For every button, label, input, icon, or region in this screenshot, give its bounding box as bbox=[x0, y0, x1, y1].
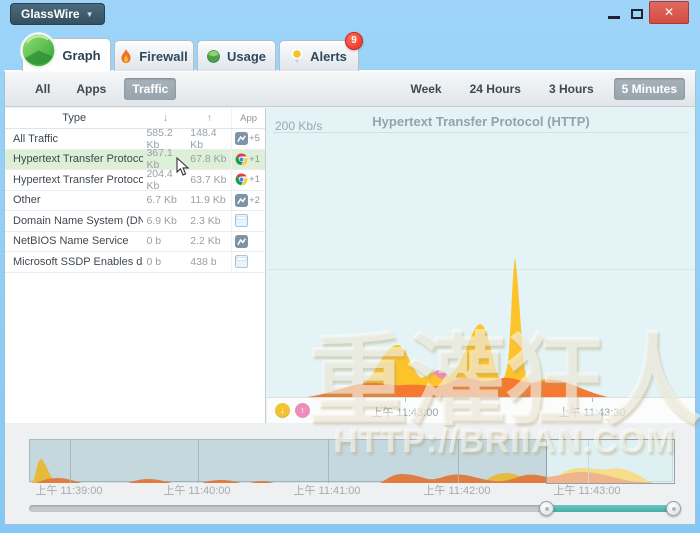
table-row[interactable]: Other 6.7 Kb 11.9 Kb +2 bbox=[5, 191, 265, 212]
table-row[interactable]: NetBIOS Name Service 0 b 2.2 Kb bbox=[5, 232, 265, 253]
filter-traffic-button[interactable]: Traffic bbox=[124, 78, 176, 100]
range-3hours-button[interactable]: 3 Hours bbox=[541, 78, 602, 100]
tab-graph-label: Graph bbox=[62, 48, 100, 63]
table-row[interactable]: Microsoft SSDP Enables disc... 0 b 438 b bbox=[5, 252, 265, 273]
chrome-icon bbox=[235, 153, 248, 166]
tab-alerts-label: Alerts bbox=[310, 49, 347, 64]
traffic-area-chart[interactable] bbox=[267, 108, 695, 397]
axis-tick-label: 上午 11:43:00 bbox=[345, 404, 465, 420]
upload-series bbox=[307, 378, 608, 397]
slider-handle-left[interactable] bbox=[539, 501, 554, 516]
table-row[interactable]: Hypertext Transfer Protocol o... 204.4 K… bbox=[5, 170, 265, 191]
apps-group-icon bbox=[235, 194, 248, 207]
row-upload: 2.2 Kb bbox=[187, 235, 231, 247]
slider-handle-right[interactable] bbox=[666, 501, 681, 516]
titlebar: GlassWire ▼ ✕ bbox=[0, 0, 700, 27]
timeline-label: 上午 11:41:00 bbox=[272, 482, 382, 498]
download-series bbox=[337, 258, 593, 397]
timeline-label: 上午 11:40:00 bbox=[142, 482, 252, 498]
column-app[interactable]: App bbox=[231, 108, 265, 128]
row-type: Microsoft SSDP Enables disc... bbox=[5, 256, 143, 268]
graph-x-axis: ↓ ↑ 上午 11:43:00 上午 11:43:30 bbox=[267, 397, 695, 423]
axis-tick-label: 上午 11:43:30 bbox=[532, 404, 652, 420]
tab-firewall-label: Firewall bbox=[139, 49, 187, 64]
content-area: All Apps Traffic Week 24 Hours 3 Hours 5… bbox=[4, 70, 696, 525]
chrome-icon bbox=[235, 173, 248, 186]
maximize-button[interactable] bbox=[631, 9, 643, 19]
minimap-dimmed-region bbox=[30, 440, 547, 483]
window-icon bbox=[235, 214, 248, 227]
timeline-minimap[interactable] bbox=[29, 439, 673, 482]
table-row-selected[interactable]: Hypertext Transfer Protocol (... 367.1 K… bbox=[5, 150, 265, 171]
alert-pin-icon bbox=[291, 49, 303, 64]
timeline-label: 上午 11:43:00 bbox=[532, 482, 642, 498]
row-upload: 438 b bbox=[187, 256, 231, 268]
timeline-label: 上午 11:42:00 bbox=[402, 482, 512, 498]
row-download: 204.4 Kb bbox=[143, 168, 187, 192]
minimap-selection-window[interactable] bbox=[546, 439, 675, 484]
glasswire-menu-button[interactable]: GlassWire ▼ bbox=[10, 3, 105, 25]
glasswire-menu-label: GlassWire bbox=[21, 7, 80, 21]
table-row[interactable]: All Traffic 585.2 Kb 148.4 Kb +5 bbox=[5, 129, 265, 150]
row-download: 0 b bbox=[143, 235, 187, 247]
row-type: All Traffic bbox=[5, 133, 143, 145]
traffic-graph-panel: 200 Kb/s Hypertext Transfer Protocol (HT… bbox=[267, 108, 695, 423]
timeline-slider-track[interactable] bbox=[29, 505, 673, 512]
row-download: 6.9 Kb bbox=[143, 215, 187, 227]
minimize-button[interactable] bbox=[608, 16, 620, 19]
traffic-table: Type ↓ ↑ App All Traffic 585.2 Kb 148.4 … bbox=[5, 108, 266, 423]
row-upload: 11.9 Kb bbox=[187, 194, 231, 206]
table-row[interactable]: Domain Name System (DNS) 6.9 Kb 2.3 Kb bbox=[5, 211, 265, 232]
filter-all-button[interactable]: All bbox=[27, 78, 58, 100]
axis-tick bbox=[592, 398, 593, 402]
glasswire-logo-icon bbox=[19, 31, 58, 70]
apps-group-icon bbox=[235, 132, 248, 145]
download-legend-icon[interactable]: ↓ bbox=[275, 403, 290, 418]
range-5minutes-button[interactable]: 5 Minutes bbox=[614, 78, 685, 100]
row-download: 6.7 Kb bbox=[143, 194, 187, 206]
window-icon bbox=[235, 255, 248, 268]
timeline-selected-range[interactable] bbox=[546, 505, 673, 512]
app-count: +2 bbox=[249, 195, 260, 206]
tab-firewall[interactable]: Firewall bbox=[114, 40, 194, 71]
row-type: Other bbox=[5, 194, 143, 206]
column-download sort-down-icon[interactable]: ↓ bbox=[143, 112, 187, 124]
glasswire-window: GlassWire ▼ ✕ Graph Firewall Usa bbox=[0, 0, 700, 533]
row-type: Hypertext Transfer Protocol (... bbox=[5, 153, 143, 165]
alerts-badge: 9 bbox=[345, 32, 363, 50]
tab-usage[interactable]: Usage bbox=[197, 40, 276, 71]
filter-apps-button[interactable]: Apps bbox=[68, 78, 114, 100]
app-count: +1 bbox=[249, 154, 260, 165]
toolbar: All Apps Traffic Week 24 Hours 3 Hours 5… bbox=[5, 72, 695, 107]
chevron-down-icon: ▼ bbox=[86, 10, 94, 19]
tab-usage-label: Usage bbox=[227, 49, 266, 64]
row-type: NetBIOS Name Service bbox=[5, 235, 143, 247]
row-type: Hypertext Transfer Protocol o... bbox=[5, 174, 143, 186]
apps-group-icon bbox=[235, 235, 248, 248]
app-count: +1 bbox=[249, 174, 260, 185]
flame-icon bbox=[120, 49, 132, 63]
row-upload: 2.3 Kb bbox=[187, 215, 231, 227]
range-week-button[interactable]: Week bbox=[402, 78, 449, 100]
column-upload sort-up-icon[interactable]: ↑ bbox=[187, 112, 231, 124]
upload-legend-icon[interactable]: ↑ bbox=[295, 403, 310, 418]
row-upload: 67.8 Kb bbox=[187, 153, 231, 165]
row-upload: 63.7 Kb bbox=[187, 174, 231, 186]
column-type[interactable]: Type bbox=[5, 112, 143, 124]
app-count: +5 bbox=[249, 133, 260, 144]
range-24hours-button[interactable]: 24 Hours bbox=[462, 78, 529, 100]
timeline-label: 上午 11:39:00 bbox=[14, 482, 124, 498]
row-upload: 148.4 Kb bbox=[187, 127, 231, 151]
usage-globe-icon bbox=[207, 50, 220, 63]
row-download: 0 b bbox=[143, 256, 187, 268]
main-row: Type ↓ ↑ App All Traffic 585.2 Kb 148.4 … bbox=[5, 108, 695, 423]
axis-tick bbox=[405, 398, 406, 402]
close-button[interactable]: ✕ bbox=[649, 1, 689, 24]
row-type: Domain Name System (DNS) bbox=[5, 215, 143, 227]
